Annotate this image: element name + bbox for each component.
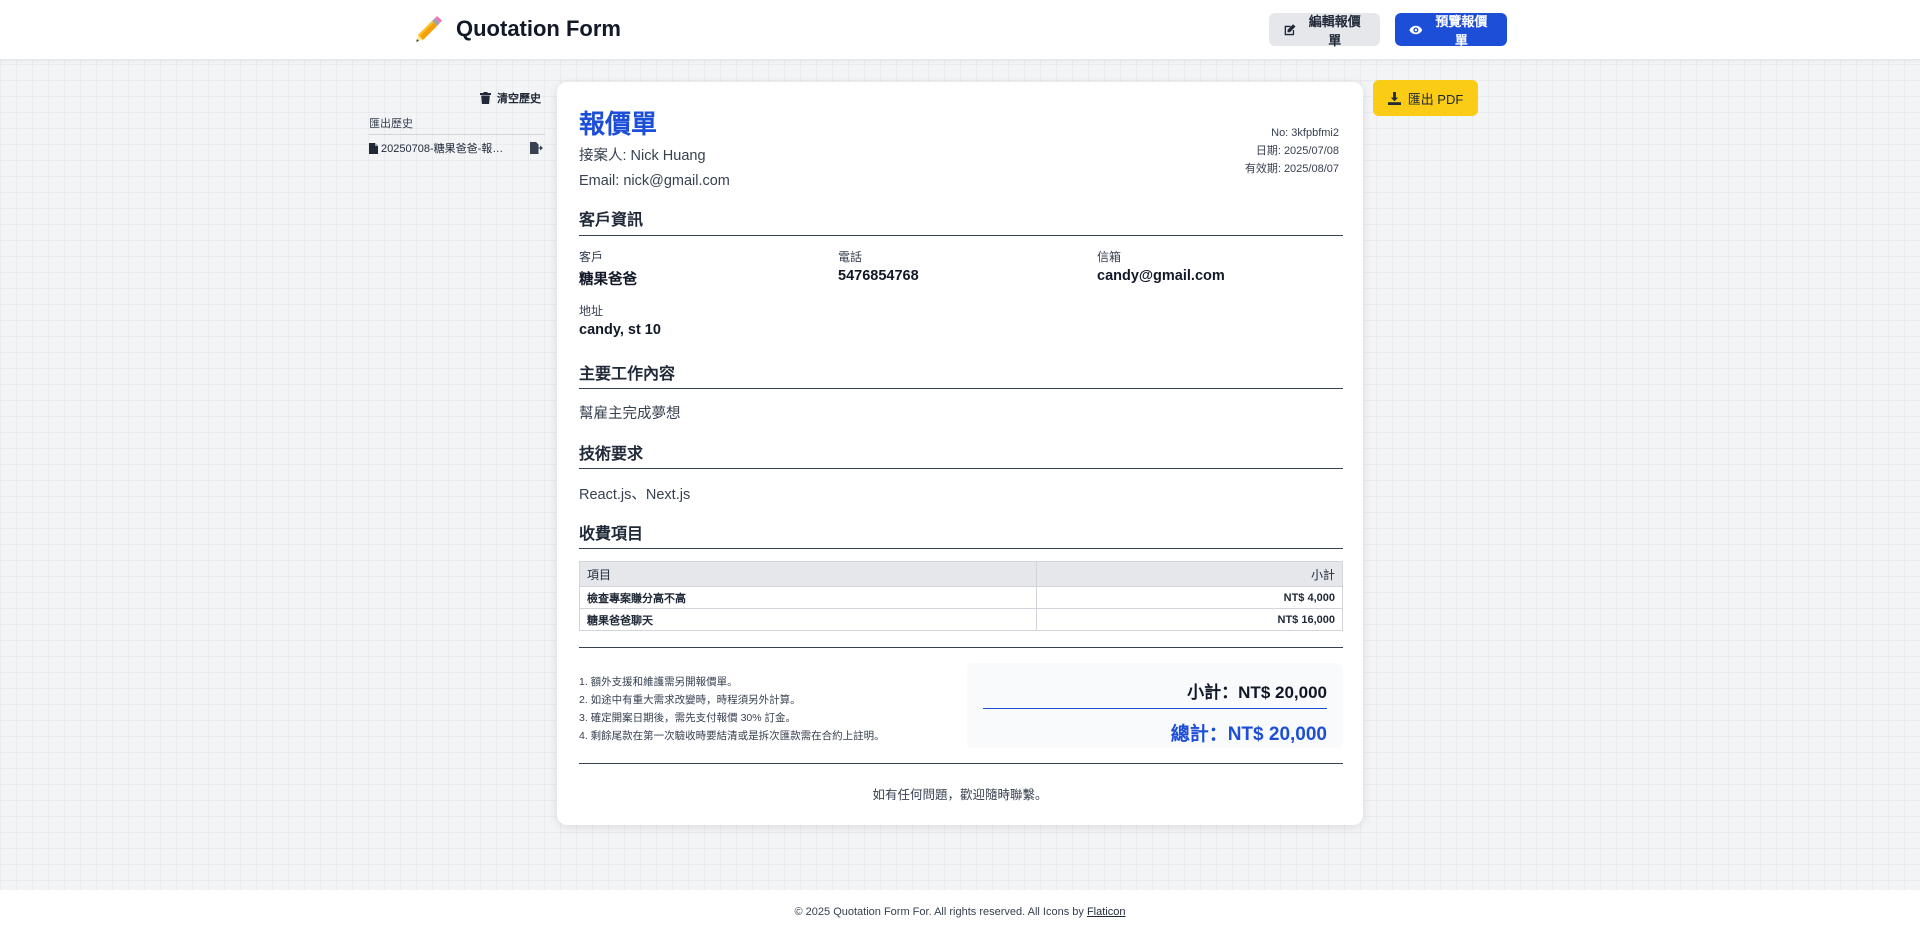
tech-requirements: React.js、Next.js bbox=[579, 487, 691, 503]
brand: Quotation Form bbox=[412, 12, 621, 46]
export-pdf-button[interactable]: 匯出 PDF bbox=[1373, 80, 1478, 116]
history-sidebar: 清空歷史 匯出歷史 20250708-糖果爸爸-報價單 bbox=[369, 90, 545, 156]
section-divider bbox=[579, 647, 1343, 648]
quotation-valid-until: 有效期: 2025/08/07 bbox=[1244, 163, 1339, 175]
download-icon bbox=[1387, 91, 1401, 105]
subtotal: 小計：NT$ 20,000 bbox=[1187, 683, 1327, 702]
client-field: 客戶 糖果爸爸 bbox=[579, 248, 637, 289]
phone-label: 電話 bbox=[838, 250, 863, 264]
copyright-text: © 2025 Quotation Form For. All rights re… bbox=[794, 906, 1084, 918]
fee-item-name: 檢查專案賺分高不高 bbox=[579, 586, 1037, 609]
note-line: 2. 如途中有重大需求改變時，時程須另外計算。 bbox=[579, 694, 801, 706]
section-divider bbox=[579, 468, 1343, 469]
flaticon-link[interactable]: Flaticon bbox=[1087, 906, 1126, 918]
address-value: candy, st 10 bbox=[579, 322, 661, 338]
client-label: 客戶 bbox=[579, 250, 604, 264]
top-header: Quotation Form 編輯報價單 預覽報價單 bbox=[0, 0, 1920, 60]
quotation-date: 日期: 2025/07/08 bbox=[1255, 145, 1339, 157]
quotation-card: 報價單 接案人: Nick Huang Email: nick@gmail.co… bbox=[557, 82, 1363, 825]
table-row: 檢查專案賺分高不高 NT$ 4,000 bbox=[579, 586, 1343, 609]
section-divider bbox=[579, 235, 1343, 236]
eye-icon bbox=[1409, 25, 1423, 34]
note-line: 4. 剩餘尾款在第一次驗收時要結清或是拆次匯款需在合約上註明。 bbox=[579, 730, 885, 742]
page-footer: © 2025 Quotation Form For. All rights re… bbox=[0, 890, 1920, 932]
work-section-title: 主要工作內容 bbox=[579, 366, 676, 383]
note-line: 1. 額外支援和維護需另開報價單。 bbox=[579, 676, 738, 688]
file-import-icon[interactable] bbox=[530, 142, 543, 154]
contractor-email: Email: nick@gmail.com bbox=[579, 173, 730, 189]
trash-icon bbox=[480, 92, 491, 104]
fees-table-header: 項目 小計 bbox=[579, 561, 1343, 587]
phone-field: 電話 5476854768 bbox=[838, 248, 919, 284]
history-item[interactable]: 20250708-糖果爸爸-報價單 bbox=[369, 140, 545, 156]
note-line: 3. 確定開案日期後，需先支付報價 30% 訂金。 bbox=[579, 712, 797, 724]
pencil-icon bbox=[416, 16, 442, 42]
edit-icon bbox=[1284, 23, 1296, 35]
work-description: 幫雇主完成夢想 bbox=[579, 406, 681, 422]
clear-history-button[interactable]: 清空歷史 bbox=[369, 90, 541, 106]
quotation-title: 報價單 bbox=[579, 109, 658, 139]
edit-quotation-button[interactable]: 編輯報價單 bbox=[1269, 13, 1380, 48]
section-divider bbox=[579, 763, 1343, 764]
file-icon bbox=[369, 142, 378, 154]
contractor-name: 接案人: Nick Huang bbox=[579, 148, 706, 164]
contact-message: 如有任何問題，歡迎隨時聯繫。 bbox=[872, 788, 1048, 802]
section-divider bbox=[579, 548, 1343, 549]
section-divider bbox=[579, 388, 1343, 389]
fees-section-title: 收費項目 bbox=[579, 526, 644, 543]
clear-history-label: 清空歷史 bbox=[497, 93, 541, 105]
quotation-meta: No: 3kfpbfmi2 日期: 2025/07/08 有效期: 2025/0… bbox=[1245, 124, 1339, 178]
quotation-number: No: 3kfpbfmi2 bbox=[1271, 127, 1339, 139]
tech-section-title: 技術要求 bbox=[579, 446, 644, 463]
totals-divider bbox=[983, 708, 1327, 709]
client-value: 糖果爸爸 bbox=[579, 272, 637, 288]
history-item-name: 20250708-糖果爸爸-報價單 bbox=[381, 143, 509, 155]
fees-table: 項目 小計 檢查專案賺分高不高 NT$ 4,000 糖果爸爸聊天 NT$ 16,… bbox=[579, 561, 1343, 631]
address-label: 地址 bbox=[579, 304, 604, 318]
contractor-info: 接案人: Nick Huang Email: nick@gmail.com bbox=[579, 144, 730, 194]
table-row: 糖果爸爸聊天 NT$ 16,000 bbox=[579, 608, 1343, 631]
client-email-field: 信箱 candy@gmail.com bbox=[1097, 248, 1225, 284]
export-pdf-label: 匯出 PDF bbox=[1407, 91, 1464, 107]
preview-quotation-label: 預覽報價單 bbox=[1435, 13, 1488, 48]
fees-header-subtotal: 小計 bbox=[1036, 561, 1343, 587]
preview-quotation-button[interactable]: 預覽報價單 bbox=[1395, 13, 1507, 48]
fees-header-item: 項目 bbox=[579, 561, 1037, 587]
client-email-label: 信箱 bbox=[1097, 250, 1122, 264]
export-history-heading: 匯出歷史 bbox=[369, 115, 545, 135]
address-field: 地址 candy, st 10 bbox=[579, 302, 661, 338]
totals-box: 小計：NT$ 20,000 總計：NT$ 20,000 bbox=[967, 663, 1343, 748]
fee-item-name: 糖果爸爸聊天 bbox=[579, 608, 1037, 631]
client-section-title: 客戶資訊 bbox=[579, 212, 644, 229]
grand-total: 總計：NT$ 20,000 bbox=[1170, 724, 1327, 745]
terms-notes: 1. 額外支援和維護需另開報價單。 2. 如途中有重大需求改變時，時程須另外計算… bbox=[579, 673, 885, 745]
client-email-value: candy@gmail.com bbox=[1097, 268, 1225, 284]
edit-quotation-label: 編輯報價單 bbox=[1308, 13, 1361, 48]
app-title: Quotation Form bbox=[456, 16, 621, 41]
fee-item-subtotal: NT$ 16,000 bbox=[1036, 608, 1343, 631]
phone-value: 5476854768 bbox=[838, 268, 919, 284]
fee-item-subtotal: NT$ 4,000 bbox=[1036, 586, 1343, 609]
